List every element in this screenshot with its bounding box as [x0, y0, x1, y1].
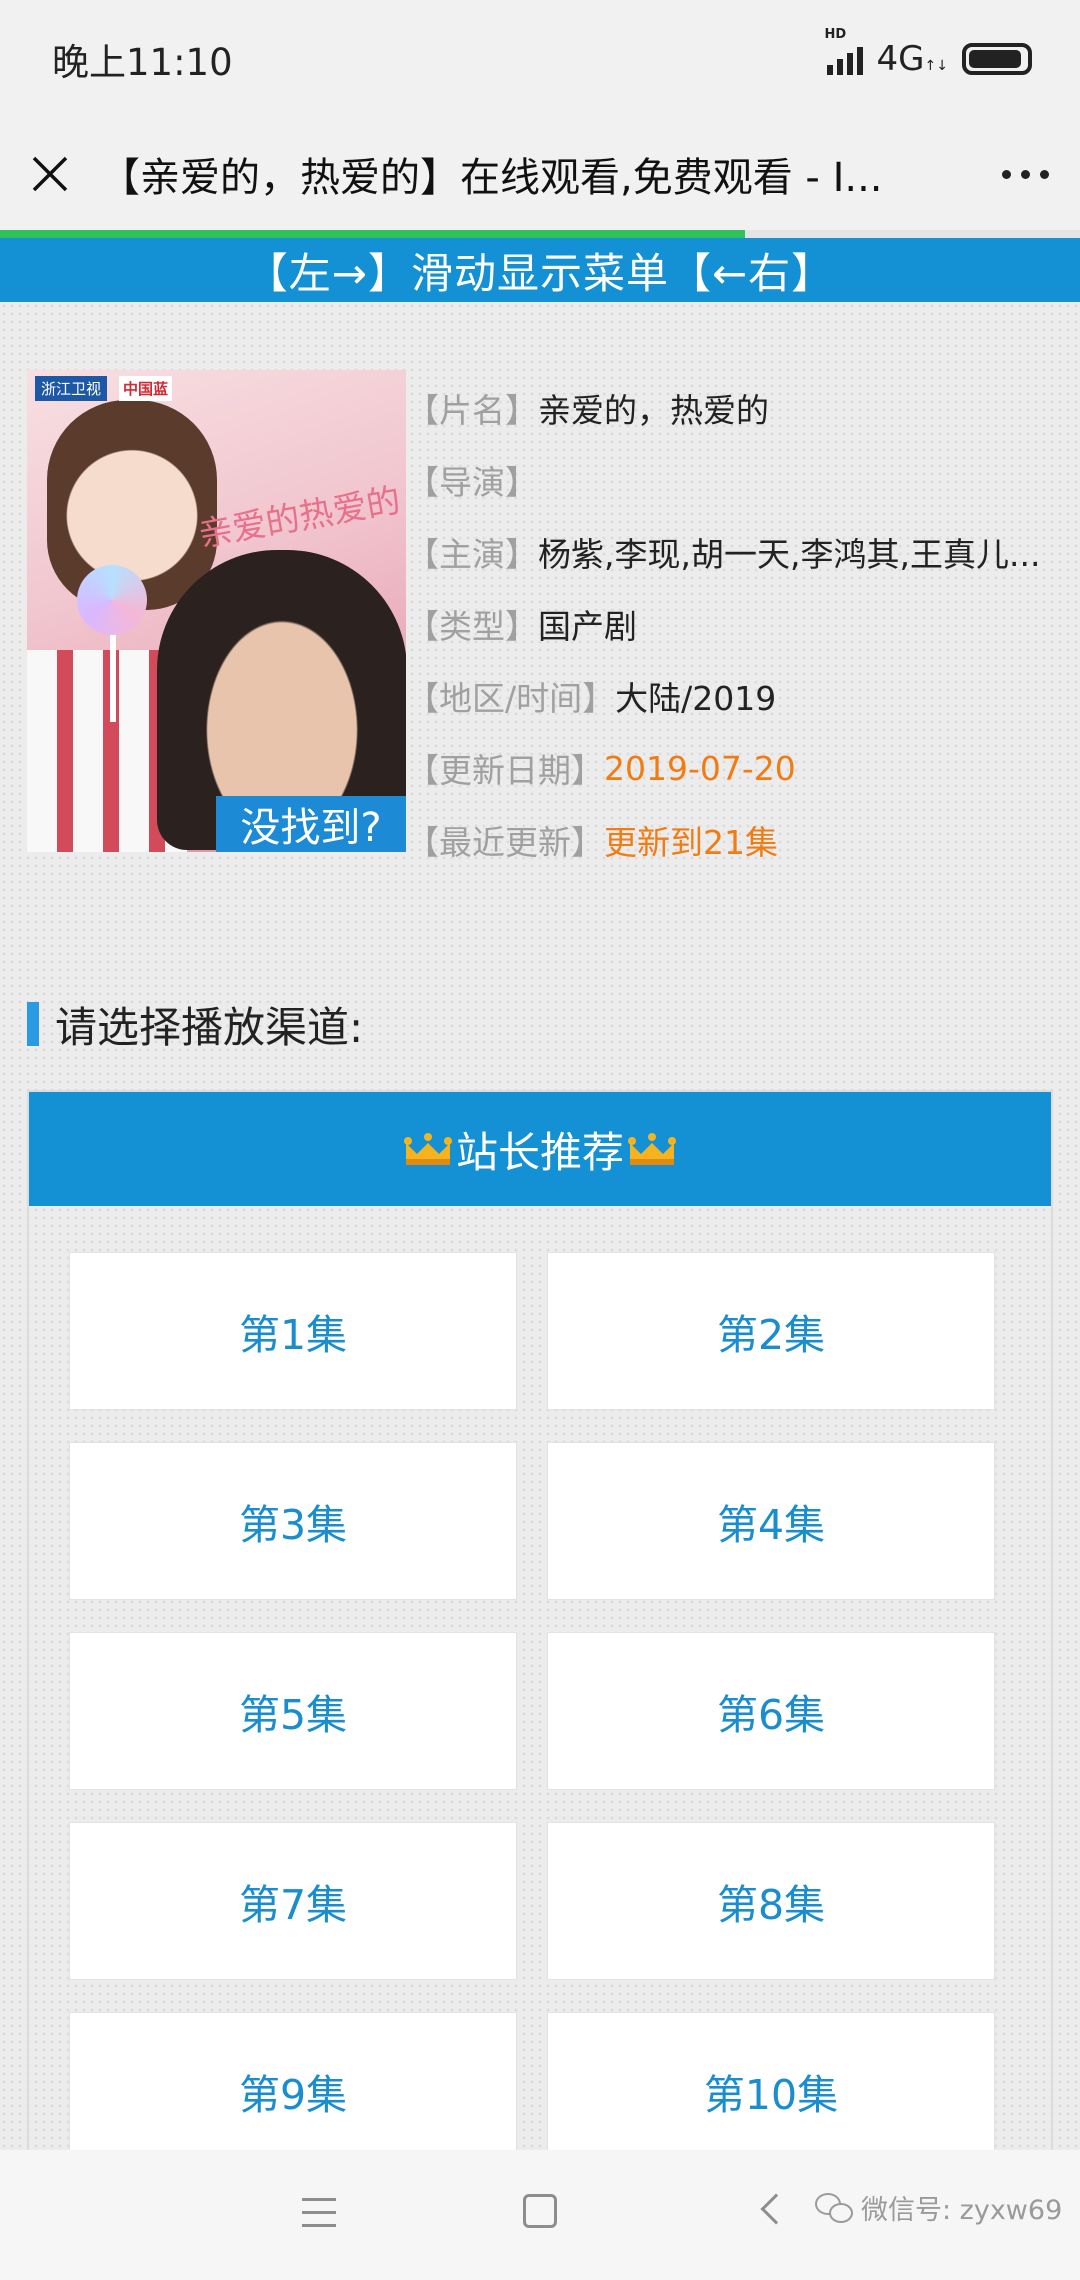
info-value: 亲爱的，热爱的 — [538, 391, 769, 430]
network-activity: ↑↓ — [924, 58, 948, 74]
lollipop-icon — [77, 565, 147, 635]
info-value: 国产剧 — [538, 607, 637, 646]
episode-button[interactable]: 第5集 — [69, 1632, 517, 1790]
episode-button[interactable]: 第6集 — [547, 1632, 995, 1790]
menu-swipe-banner[interactable]: 【左→】滑动显示菜单【←右】 — [0, 238, 1080, 302]
home-icon[interactable] — [523, 2194, 557, 2228]
status-icons: HD 4G↑↓ — [825, 27, 1032, 79]
info-row: 【类型】 国产剧 — [406, 588, 1051, 660]
info-label: 【更新日期】 — [406, 751, 604, 790]
episode-button[interactable]: 第8集 — [547, 1822, 995, 1980]
signal-icon: HD — [825, 27, 863, 75]
info-label: 【地区/时间】 — [406, 679, 616, 718]
episode-button[interactable]: 第4集 — [547, 1442, 995, 1600]
status-bar: 晚上11:10 HD 4G↑↓ — [0, 0, 1080, 118]
info-value: 2019-07-20 — [604, 748, 796, 788]
status-time: 晚上11:10 — [52, 41, 233, 84]
hd-label: HD — [824, 27, 847, 42]
info-row: 【地区/时间】 大陆/2019 — [406, 660, 1051, 732]
back-icon[interactable] — [760, 2193, 792, 2225]
crown-icon — [403, 1131, 452, 1167]
not-found-button[interactable]: 没找到? — [216, 796, 406, 852]
episode-button[interactable]: 第10集 — [547, 2012, 995, 2170]
info-value: 更新到21集 — [604, 823, 778, 862]
poster-title-art: 亲爱的热爱的 — [195, 480, 404, 556]
info-row: 【主演】 杨紫,李现,胡一天,李鸿其,王真儿... — [406, 516, 1051, 588]
channel-header-title: 站长推荐 — [455, 1127, 624, 1177]
episode-grid: 第1集 第2集 第3集 第4集 第5集 第6集 第7集 第8集 第9集 第10集 — [69, 1252, 1015, 2170]
episode-button[interactable]: 第9集 — [69, 2012, 517, 2170]
info-label: 【最近更新】 — [406, 823, 604, 862]
close-icon[interactable] — [0, 118, 100, 230]
page-load-progress — [0, 230, 1080, 238]
episode-button[interactable]: 第1集 — [69, 1252, 517, 1410]
info-row: 【片名】 亲爱的，热爱的 — [406, 372, 1051, 444]
wechat-icon — [815, 2191, 855, 2225]
system-nav-bar: 微信号: zyxw69 — [0, 2150, 1080, 2280]
crown-icon — [628, 1131, 676, 1167]
info-row: 【导演】 — [406, 444, 1051, 516]
info-value: 杨紫,李现,胡一天,李鸿其,王真儿... — [538, 535, 1041, 574]
page-title: 【亲爱的，热爱的】在线观看,免费观看 - I... — [100, 155, 883, 201]
wechat-watermark: 微信号: zyxw69 — [815, 2188, 1062, 2227]
info-label: 【主演】 — [406, 535, 538, 574]
info-label: 【片名】 — [406, 391, 538, 430]
network-type: 4G↑↓ — [877, 39, 948, 79]
channel-header[interactable]: 站长推荐 — [29, 1092, 1051, 1206]
info-row: 【最近更新】 更新到21集 — [406, 804, 1051, 876]
heading-accent-bar — [27, 1002, 39, 1046]
episode-button[interactable]: 第3集 — [69, 1442, 517, 1600]
network-label: 4G — [876, 39, 925, 79]
info-row: 【更新日期】 2019-07-20 — [406, 732, 1051, 804]
content-area: 浙江卫视 中国蓝 亲爱的热爱的 没找到? 【片名】 亲爱的，热爱的 【导演】 【主演】… — [0, 302, 1080, 2190]
more-icon[interactable] — [970, 169, 1080, 179]
movie-info-list: 【片名】 亲爱的，热爱的 【导演】 【主演】 杨紫,李现,胡一天,李鸿其,王真儿... 【… — [406, 372, 1051, 876]
china-blue-logo: 中国蓝 — [119, 376, 173, 401]
info-value: 大陆/2019 — [615, 679, 777, 718]
battery-icon — [962, 43, 1032, 75]
watermark-text: 微信号: zyxw69 — [861, 2195, 1063, 2226]
menu-icon[interactable] — [302, 2198, 336, 2228]
tv-channel-logo: 浙江卫视 — [35, 376, 108, 401]
title-bar: 【亲爱的，热爱的】在线观看,免费观看 - I... — [0, 118, 1080, 230]
lollipop-stick — [110, 632, 116, 722]
movie-poster[interactable]: 浙江卫视 中国蓝 亲爱的热爱的 没找到? — [27, 370, 406, 852]
episode-button[interactable]: 第7集 — [69, 1822, 517, 1980]
section-heading: 请选择播放渠道: — [27, 1002, 363, 1052]
info-label: 【类型】 — [406, 607, 538, 646]
info-label: 【导演】 — [406, 463, 538, 502]
heading-text: 请选择播放渠道: — [55, 1002, 364, 1052]
channel-panel: 站长推荐 第1集 第2集 第3集 第4集 第5集 第6集 第7集 第8集 第9集 第10集 — [27, 1090, 1053, 2190]
episode-button[interactable]: 第2集 — [547, 1252, 995, 1410]
